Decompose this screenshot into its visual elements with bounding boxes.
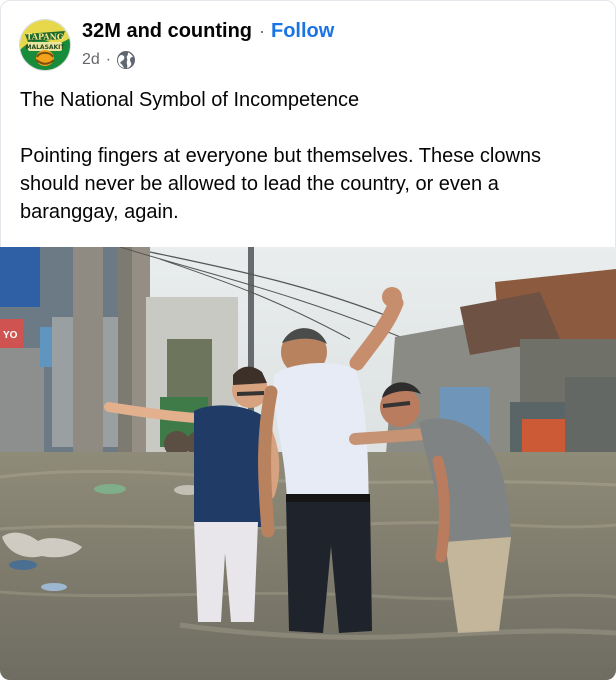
post-timestamp[interactable]: 2d xyxy=(82,51,100,69)
left-sign-text: YO xyxy=(3,330,18,341)
facebook-post: TAPANG MALASAKIT 32M and counting · Foll… xyxy=(0,0,616,680)
page-name[interactable]: 32M and counting xyxy=(82,20,252,43)
timestamp-separator: · xyxy=(105,51,112,68)
page-avatar[interactable]: TAPANG MALASAKIT xyxy=(20,20,70,70)
post-header: TAPANG MALASAKIT 32M and counting · Foll… xyxy=(20,18,596,74)
flood-street-photo: YO xyxy=(0,247,616,680)
follow-button[interactable]: Follow xyxy=(271,20,334,43)
globe-icon xyxy=(116,50,136,70)
avatar-text-bottom: MALASAKIT xyxy=(25,44,65,51)
avatar-logo: TAPANG MALASAKIT xyxy=(20,20,70,70)
name-line: 32M and counting · Follow xyxy=(82,18,596,44)
avatar-text-top: TAPANG xyxy=(26,31,64,41)
caption-title: The National Symbol of Incompetence xyxy=(20,89,360,111)
post-caption: The National Symbol of Incompetence Poin… xyxy=(20,86,598,226)
post-photo[interactable]: YO xyxy=(0,247,616,680)
post-meta: 32M and counting · Follow 2d · xyxy=(82,18,596,71)
name-separator: · xyxy=(259,20,265,41)
timestamp-line: 2d · xyxy=(82,49,596,71)
caption-body: Pointing fingers at everyone but themsel… xyxy=(20,145,542,223)
